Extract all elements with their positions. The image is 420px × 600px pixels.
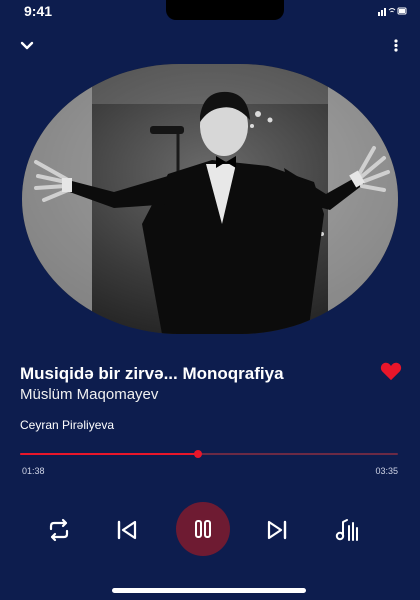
heart-icon[interactable]	[380, 360, 402, 382]
progress-bar[interactable]	[20, 450, 398, 458]
skip-previous-icon	[117, 520, 137, 540]
playlist-button[interactable]	[334, 517, 360, 543]
top-bar	[0, 30, 420, 60]
track-artist: Müslüm Maqomayev	[20, 386, 159, 403]
chevron-down-icon[interactable]	[16, 36, 38, 54]
elapsed-time: 01:38	[22, 466, 45, 476]
playback-controls	[0, 500, 420, 558]
previous-button[interactable]	[114, 517, 140, 543]
pause-button[interactable]	[176, 502, 230, 556]
vertical-ellipsis-icon[interactable]	[390, 36, 402, 54]
progress-thumb[interactable]	[193, 450, 202, 458]
skip-next-icon	[267, 520, 287, 540]
signal-battery-icon	[378, 7, 407, 16]
pause-icon	[195, 520, 211, 538]
progress-fill	[20, 453, 198, 455]
narrator-name: Ceyran Pirəliyeva	[20, 418, 115, 432]
home-indicator	[112, 588, 306, 593]
album-artwork	[22, 64, 398, 334]
music-list-icon	[335, 519, 358, 541]
repeat-button[interactable]	[46, 517, 72, 543]
device-notch	[166, 0, 284, 20]
next-button[interactable]	[264, 517, 290, 543]
repeat-icon	[49, 518, 69, 542]
status-bar: 9:41	[0, 0, 420, 24]
track-title: Musiqidə bir zirvə... Monoqrafiya	[20, 364, 284, 383]
status-time: 9:41	[24, 3, 53, 19]
total-time: 03:35	[375, 466, 398, 476]
